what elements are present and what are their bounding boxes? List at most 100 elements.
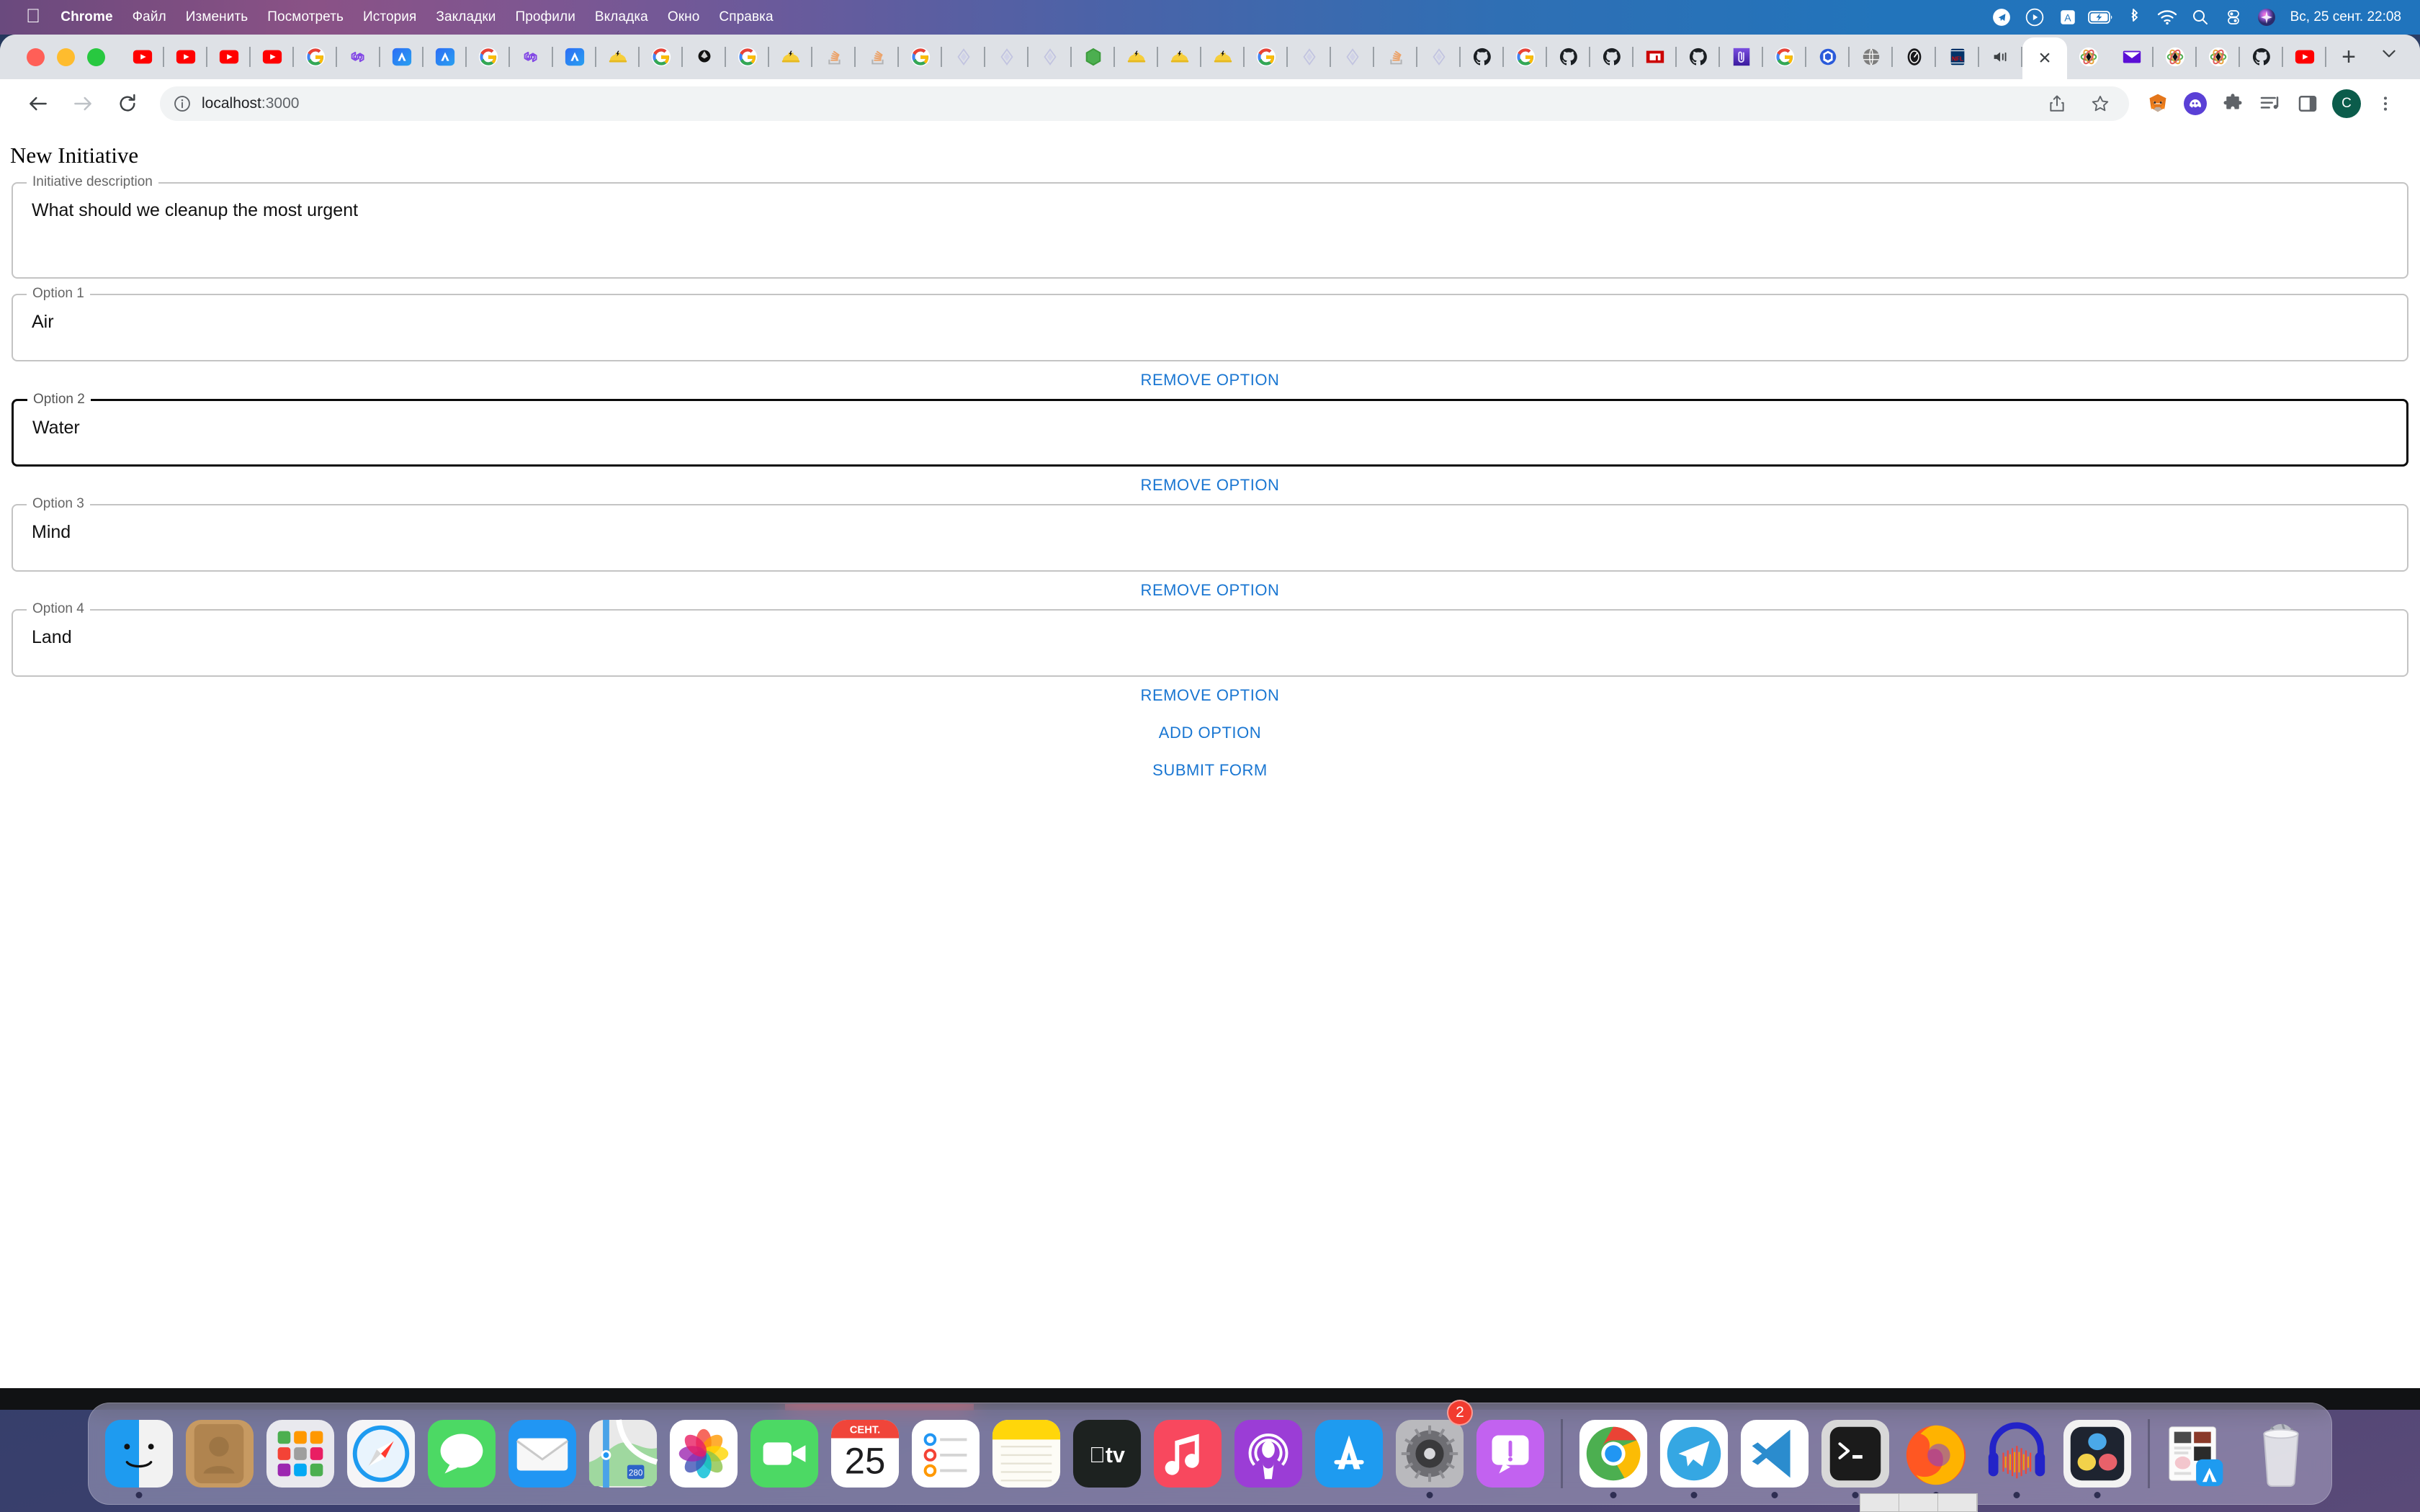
share-icon[interactable]	[2038, 85, 2076, 122]
music-icon[interactable]	[1152, 1418, 1223, 1489]
browser-tab[interactable]	[596, 35, 640, 79]
back-arrow-icon[interactable]	[16, 81, 60, 126]
info-circle-icon[interactable]	[170, 91, 194, 116]
play-circle-icon[interactable]	[2018, 0, 2051, 35]
menu-item-profiles[interactable]: Профили	[515, 9, 575, 25]
chevron-down-icon[interactable]	[2380, 44, 2398, 68]
browser-tab[interactable]	[942, 35, 985, 79]
audacity-icon[interactable]	[1981, 1418, 2052, 1489]
menu-item-history[interactable]: История	[363, 9, 416, 25]
option-4-value[interactable]: Land	[13, 611, 2407, 649]
browser-tab[interactable]	[985, 35, 1028, 79]
terminal-icon[interactable]	[1820, 1418, 1891, 1489]
input-source-A-icon[interactable]: A	[2051, 0, 2084, 35]
reload-icon[interactable]	[105, 81, 150, 126]
browser-tab[interactable]	[1288, 35, 1331, 79]
browser-tab[interactable]	[1547, 35, 1590, 79]
browser-tab[interactable]	[1677, 35, 1720, 79]
dock-item-appletv[interactable]: tv	[1067, 1403, 1147, 1505]
safari-icon[interactable]	[346, 1418, 416, 1489]
browser-tab[interactable]	[2154, 35, 2197, 79]
browser-tab[interactable]	[1763, 35, 1806, 79]
siri-icon[interactable]	[2250, 0, 2283, 35]
system-preferences-icon[interactable]	[1394, 1418, 1465, 1489]
facetime-icon[interactable]	[749, 1418, 820, 1489]
screen-share-button-3[interactable]	[1938, 1494, 1977, 1511]
close-tab-icon[interactable]: ×	[2038, 48, 2051, 69]
initiative-description-value[interactable]: What should we cleanup the most urgent	[13, 184, 2407, 222]
search-icon[interactable]	[2184, 0, 2217, 35]
remove-option-1-button[interactable]: REMOVE OPTION	[1129, 361, 1291, 399]
browser-tab[interactable]	[1979, 35, 2022, 79]
dock-item-downloads-stack[interactable]	[2160, 1403, 2241, 1505]
browser-tab[interactable]	[467, 35, 510, 79]
browser-tab[interactable]	[1028, 35, 1072, 79]
browser-tab[interactable]	[1893, 35, 1936, 79]
address-bar[interactable]: localhost:3000	[160, 86, 2129, 121]
browser-tab[interactable]	[2197, 35, 2240, 79]
initiative-description-field[interactable]: Initiative description What should we cl…	[12, 175, 2408, 279]
metamask-icon[interactable]	[2139, 85, 2177, 122]
browser-tab[interactable]	[640, 35, 683, 79]
browser-tab[interactable]	[2240, 35, 2283, 79]
dock-item-firefox[interactable]	[1896, 1403, 1976, 1505]
bluetooth-icon[interactable]	[2118, 0, 2151, 35]
mail-icon[interactable]	[507, 1418, 578, 1489]
maximize-window-button[interactable]	[87, 48, 105, 66]
maps-icon[interactable]: 280	[588, 1418, 658, 1489]
menu-item-bookmarks[interactable]: Закладки	[436, 9, 496, 25]
option-3-field[interactable]: Option 3 Mind	[12, 497, 2408, 572]
dock-item-safari[interactable]	[341, 1403, 421, 1505]
dock-item-audacity[interactable]	[1976, 1403, 2057, 1505]
side-panel-icon[interactable]	[2289, 85, 2326, 122]
telegram-icon[interactable]	[1985, 0, 2018, 35]
trash-icon[interactable]	[2246, 1418, 2316, 1489]
browser-tab[interactable]	[1806, 35, 1850, 79]
browser-tab[interactable]	[1245, 35, 1288, 79]
screen-share-button-1[interactable]	[1860, 1494, 1899, 1511]
star-icon[interactable]	[2081, 85, 2119, 122]
dock-item-telegram[interactable]	[1654, 1403, 1734, 1505]
phantom-icon[interactable]	[2177, 85, 2214, 122]
browser-tab[interactable]	[1201, 35, 1245, 79]
browser-tab[interactable]	[337, 35, 380, 79]
wifi-icon[interactable]	[2151, 0, 2184, 35]
browser-tab[interactable]	[510, 35, 553, 79]
dock-item-trash[interactable]	[2241, 1403, 2321, 1505]
menu-item-tab[interactable]: Вкладка	[595, 9, 648, 25]
add-option-button[interactable]: ADD OPTION	[1147, 714, 1273, 752]
notes-icon[interactable]	[991, 1418, 1062, 1489]
dock-item-system-preferences[interactable]: 2	[1389, 1400, 1473, 1505]
option-1-value[interactable]: Air	[13, 295, 2407, 333]
dock-item-facetime[interactable]	[744, 1403, 825, 1505]
remove-option-2-button[interactable]: REMOVE OPTION	[1129, 467, 1291, 504]
minimize-window-button[interactable]	[57, 48, 75, 66]
browser-tab[interactable]	[812, 35, 856, 79]
close-window-button[interactable]	[27, 48, 45, 66]
firefox-icon[interactable]	[1901, 1418, 1971, 1489]
media-playlist-icon[interactable]	[2251, 85, 2289, 122]
reminders-icon[interactable]	[910, 1418, 981, 1489]
dock-item-chrome[interactable]	[1573, 1403, 1654, 1505]
dock-item-calendar[interactable]: СЕНТ. 25	[825, 1403, 905, 1505]
browser-tab[interactable]	[164, 35, 207, 79]
menu-item-chrome[interactable]: Chrome	[60, 9, 112, 25]
remove-option-3-button[interactable]: REMOVE OPTION	[1129, 572, 1291, 609]
browser-tab[interactable]	[899, 35, 942, 79]
browser-tab[interactable]: NFL	[1936, 35, 1979, 79]
browser-tab[interactable]	[207, 35, 251, 79]
menu-item-help[interactable]: Справка	[719, 9, 773, 25]
browser-tab[interactable]	[1461, 35, 1504, 79]
vscode-icon[interactable]	[1739, 1418, 1810, 1489]
browser-tab[interactable]	[121, 35, 164, 79]
browser-tab[interactable]	[1720, 35, 1763, 79]
browser-tab[interactable]	[1850, 35, 1893, 79]
dock-item-appstore[interactable]	[1309, 1403, 1389, 1505]
browser-tab[interactable]	[553, 35, 596, 79]
submit-form-button[interactable]: SUBMIT FORM	[1141, 752, 1279, 789]
browser-tab[interactable]	[1634, 35, 1677, 79]
contacts-icon[interactable]	[184, 1418, 255, 1489]
browser-tab[interactable]	[1504, 35, 1547, 79]
browser-tab[interactable]	[1374, 35, 1417, 79]
screen-share-button-2[interactable]	[1899, 1494, 1938, 1511]
